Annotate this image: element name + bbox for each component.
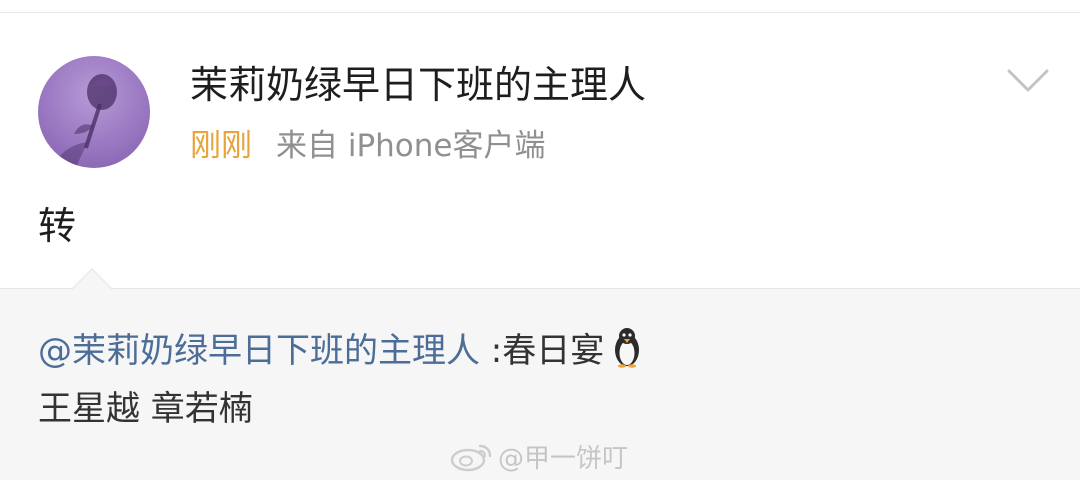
post-source: 来自 iPhone客户端 bbox=[276, 128, 546, 164]
chevron-down-icon[interactable] bbox=[1006, 66, 1050, 96]
repost-mention[interactable]: @茉莉奶绿早日下班的主理人 bbox=[38, 331, 480, 371]
post-time: 刚刚 bbox=[190, 128, 252, 164]
avatar[interactable] bbox=[38, 56, 150, 168]
penguin-icon bbox=[615, 328, 640, 368]
rose-avatar-icon bbox=[52, 74, 117, 168]
top-divider bbox=[0, 12, 1080, 13]
repost-line-2: 王星越 章若楠 bbox=[38, 389, 253, 429]
repost-notch bbox=[72, 268, 112, 290]
weibo-logo-icon bbox=[450, 444, 492, 472]
weibo-post-page: 茉莉奶绿早日下班的主理人 刚刚 来自 iPhone客户端 转 @茉莉奶绿早日下班的… bbox=[0, 0, 1080, 480]
post-meta: 刚刚 来自 iPhone客户端 bbox=[190, 124, 546, 168]
author-name[interactable]: 茉莉奶绿早日下班的主理人 bbox=[190, 60, 646, 110]
watermark-text: @甲一饼叮 bbox=[498, 443, 629, 474]
post-text: 转 bbox=[38, 204, 77, 248]
repost-content: :春日宴 bbox=[480, 331, 605, 371]
repost-line-1: @茉莉奶绿早日下班的主理人 :春日宴 bbox=[38, 326, 644, 376]
watermark: @甲一饼叮 bbox=[448, 436, 628, 476]
